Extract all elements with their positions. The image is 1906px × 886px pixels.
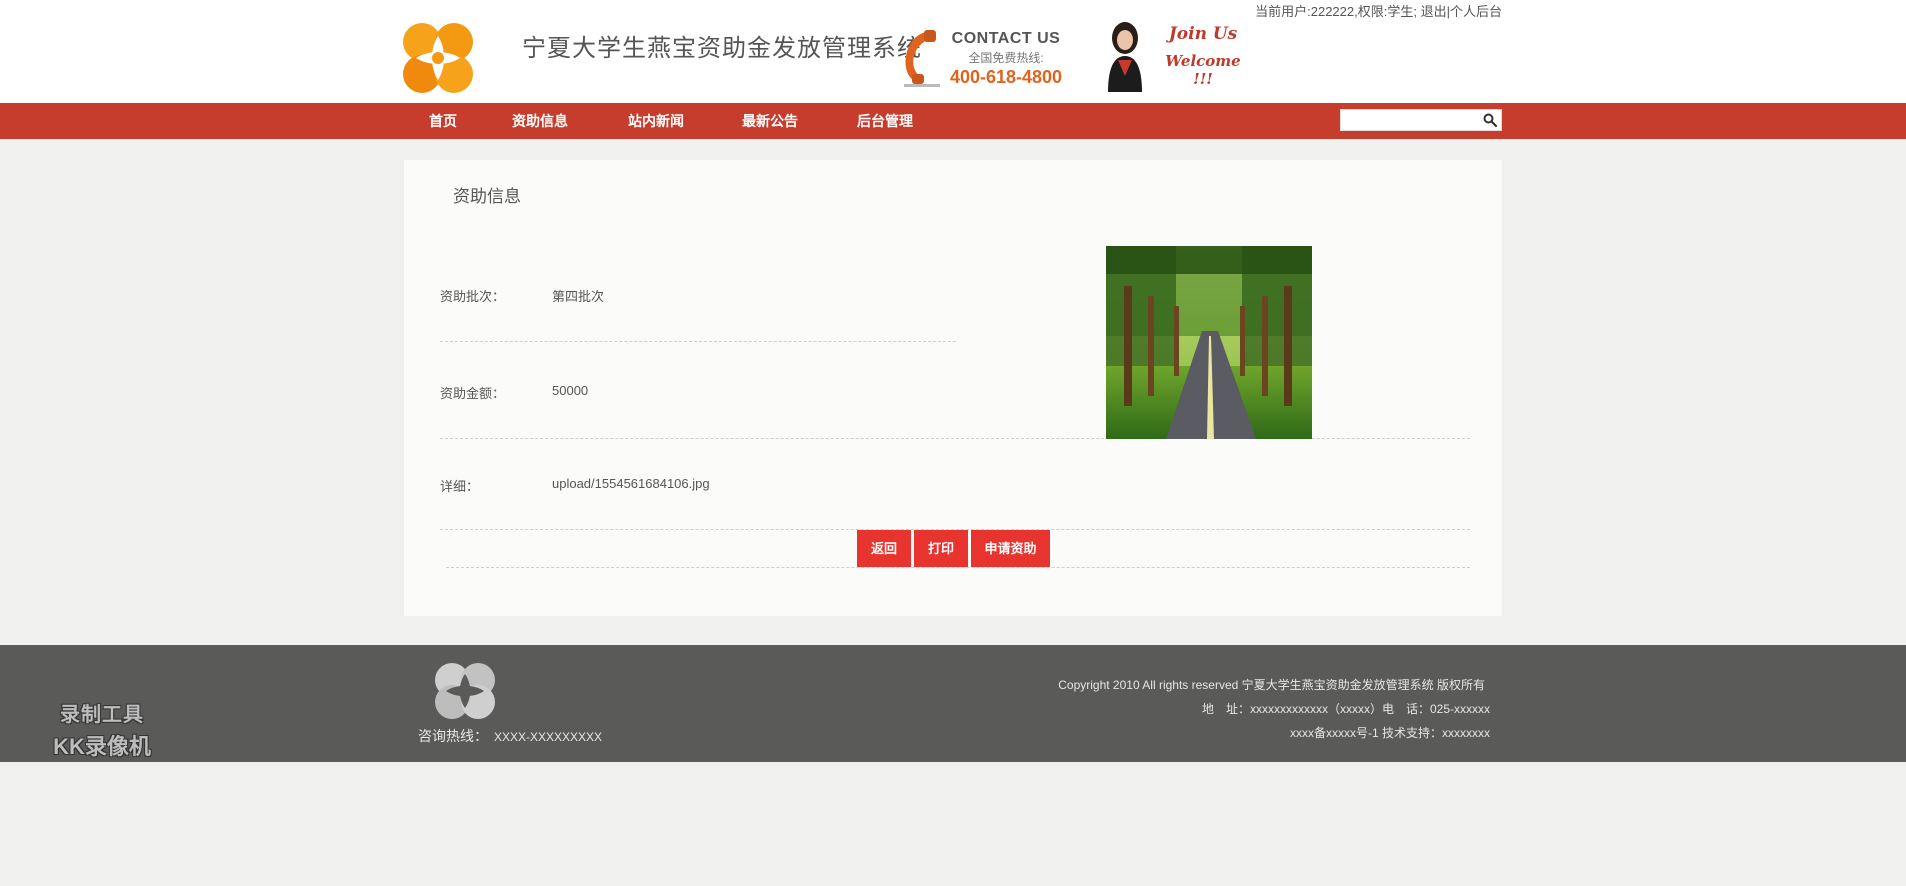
apply-funding-button[interactable]: 申请资助 — [971, 530, 1050, 567]
copyright-text: Copyright 2010 All rights reserved 宁夏大学生… — [1058, 678, 1485, 692]
welcome-text: Welcome !!! — [1165, 52, 1241, 88]
logout-link[interactable]: 退出 — [1421, 4, 1447, 19]
contact-title: CONTACT US — [951, 30, 1061, 47]
contact-block: CONTACT US 全国免费热线: 400-618-4800 — [946, 30, 1066, 88]
divider — [440, 438, 1470, 439]
watermark-line1: 录制工具 — [60, 704, 144, 726]
main-nav: 首页 资助信息 站内新闻 最新公告 后台管理 — [0, 103, 1906, 139]
site-title: 宁夏大学生燕宝资助金发放管理系统 — [522, 34, 922, 62]
hotline-value: XXXX-XXXXXXXXX — [494, 730, 603, 744]
contact-phone: 400-618-4800 — [949, 67, 1063, 87]
site-footer: 咨询热线： XXXX-XXXXXXXXX Copyright 2010 All r… — [0, 645, 1906, 762]
detail-label: 详细： — [440, 479, 480, 494]
address-text: 地 址：xxxxxxxxxxxxx（xxxxx）电 话：025-xxxxxx — [1201, 702, 1490, 716]
join-us-banner: Join Us Welcome !!! — [1160, 24, 1246, 88]
watermark-line2: KK录像机 — [53, 734, 151, 759]
back-button[interactable]: 返回 — [857, 530, 911, 567]
detail-value: upload/1554561684106.jpg — [552, 476, 710, 491]
search-input[interactable] — [1341, 110, 1483, 130]
phone-icon — [904, 30, 940, 87]
funding-photo — [1106, 246, 1312, 439]
contact-subtitle: 全国免费热线: — [968, 51, 1044, 65]
hotline: 咨询热线： XXXX-XXXXXXXXX — [418, 726, 602, 746]
nav-item-site-news[interactable]: 站内新闻 — [628, 103, 684, 139]
nav-item-latest-notice[interactable]: 最新公告 — [742, 103, 798, 139]
site-header: 当前用户:222222,权限:学生; 退出|个人后台 宁夏大学生燕宝资助金发放管… — [0, 0, 1906, 103]
search-box — [1340, 109, 1502, 131]
batch-label: 资助批次： — [440, 289, 506, 304]
batch-value: 第四批次 — [552, 289, 605, 304]
nav-item-admin[interactable]: 后台管理 — [857, 103, 913, 139]
current-user-info: 当前用户:222222,权限:学生; — [1255, 4, 1417, 19]
print-button[interactable]: 打印 — [914, 530, 968, 567]
hotline-label: 咨询热线： — [418, 728, 488, 744]
funding-detail-panel: 资助信息 资助批次： 第四批次 资助金额： 50000 详细： upload/1… — [404, 160, 1502, 616]
icp-text: xxxx备xxxxx号-1 技术支持：xxxxxxxx — [1289, 726, 1490, 740]
nav-item-home[interactable]: 首页 — [429, 103, 457, 139]
woman-avatar-icon — [1108, 22, 1142, 92]
divider — [446, 567, 1470, 568]
search-icon[interactable] — [1483, 113, 1497, 127]
page-title: 资助信息 — [453, 187, 521, 206]
recorder-watermark: 录制工具 KK录像机 — [32, 698, 172, 761]
site-logo-icon — [403, 23, 473, 93]
amount-value: 50000 — [552, 383, 589, 398]
user-bar: 当前用户:222222,权限:学生; 退出|个人后台 — [1255, 4, 1502, 19]
join-us-text: Join Us — [1168, 24, 1238, 44]
amount-label: 资助金额： — [440, 386, 506, 401]
footer-logo-icon — [435, 663, 495, 719]
divider — [440, 341, 956, 342]
nav-item-funding-info[interactable]: 资助信息 — [512, 103, 568, 139]
personal-backend-link[interactable]: 个人后台 — [1450, 4, 1502, 19]
